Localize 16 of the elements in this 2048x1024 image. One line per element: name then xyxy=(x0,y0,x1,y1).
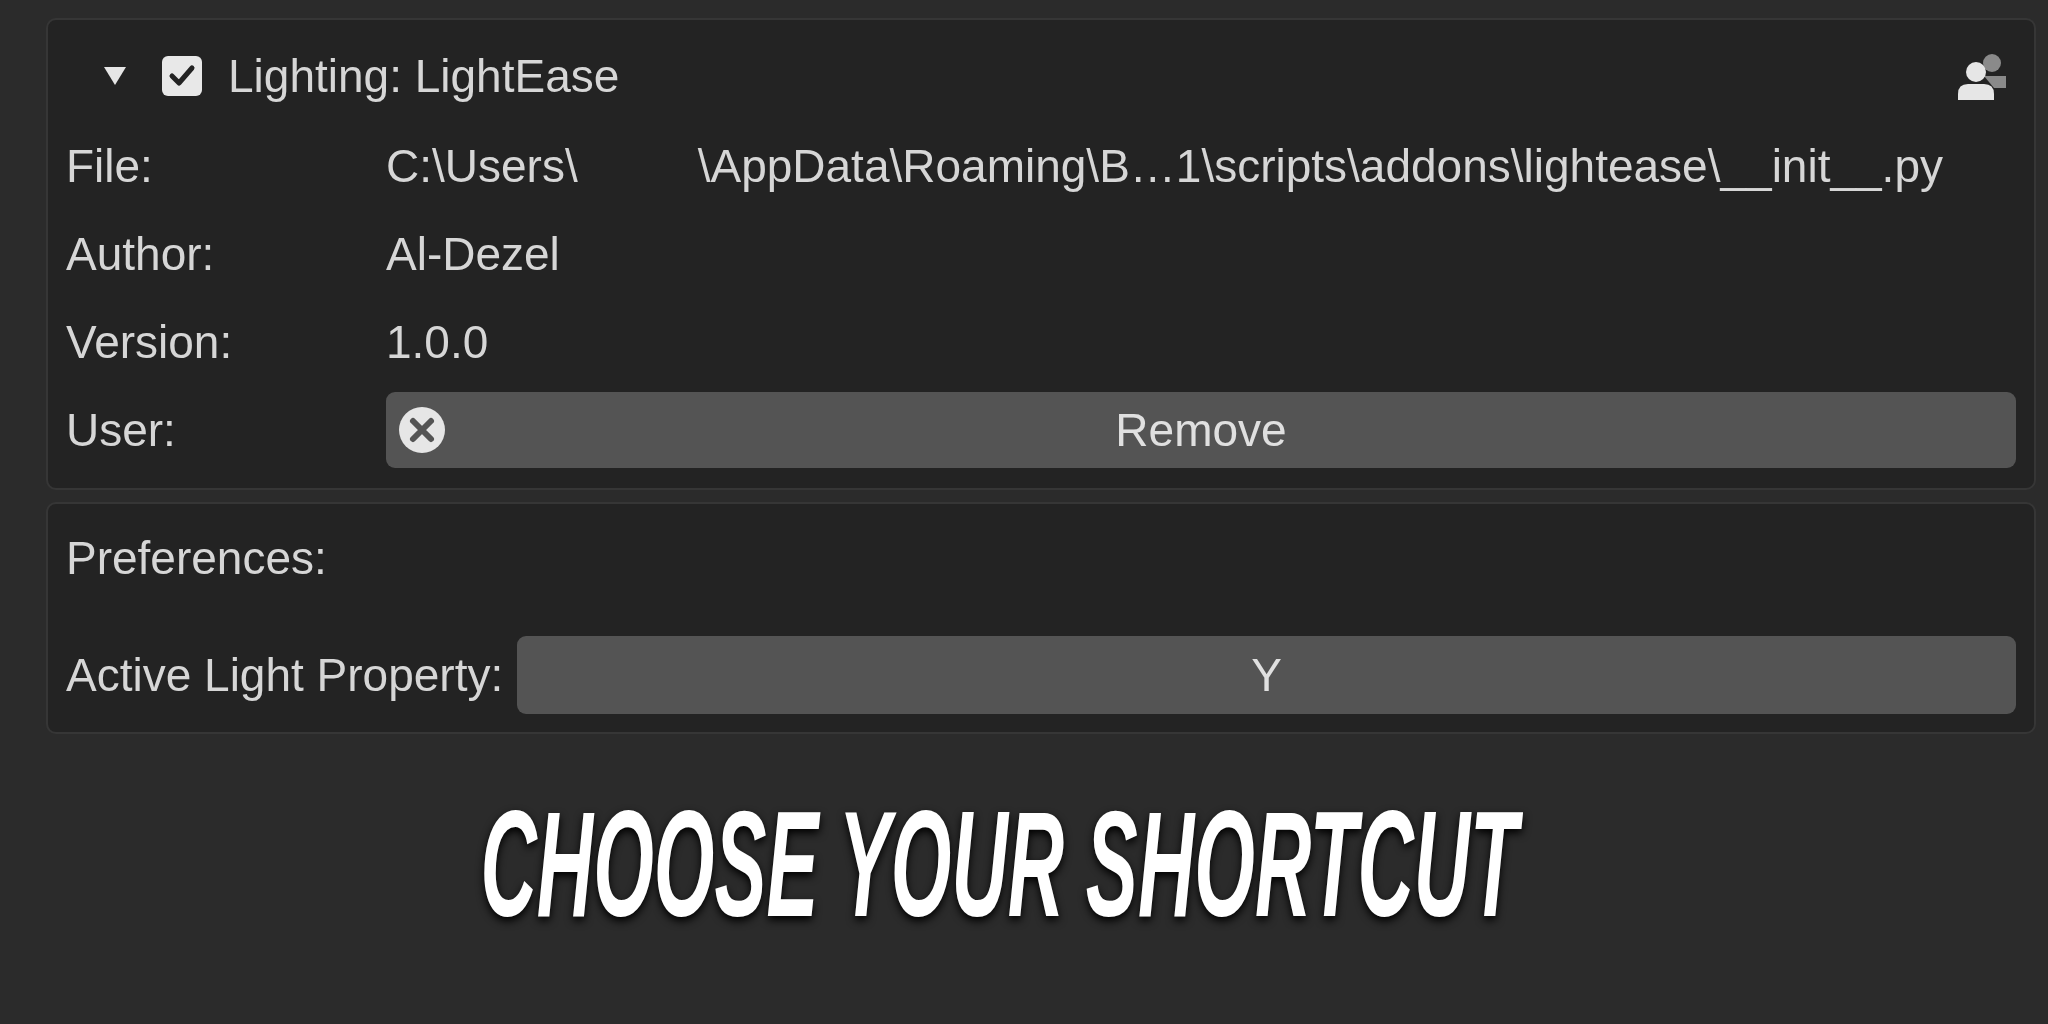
shortcut-button[interactable]: Y xyxy=(517,636,2016,714)
close-icon xyxy=(398,406,446,454)
field-label: Version: xyxy=(66,315,234,369)
caption: CHOOSE YOUR SHORTCUT xyxy=(475,774,1533,964)
field-label: User: xyxy=(66,403,177,457)
section-title: Preferences: xyxy=(66,531,327,585)
addon-title: Lighting: LightEase xyxy=(228,49,620,103)
field-label: Active Light Property: xyxy=(66,648,504,702)
field-label: Author: xyxy=(66,227,216,281)
file-path: C:\Users\ xyxy=(386,139,578,193)
field-value: 1.0.0 xyxy=(386,315,489,369)
checkbox[interactable] xyxy=(162,56,202,96)
field-value: Al-Dezel xyxy=(386,227,560,281)
remove-button[interactable]: Remove xyxy=(386,392,2016,468)
file-path: \AppData\Roaming\B…1\scripts\addons\lightease\__init__.py xyxy=(697,139,1943,193)
field-label: File: xyxy=(66,139,154,193)
